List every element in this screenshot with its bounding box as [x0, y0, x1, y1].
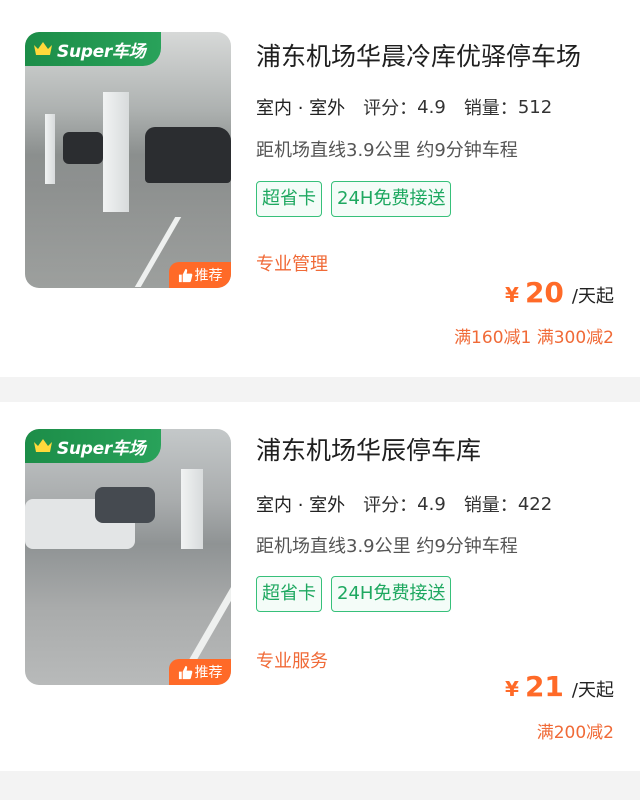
thumbs-up-icon: [178, 665, 192, 679]
price-unit: /天起: [571, 286, 614, 307]
tag-saver-card: 超省卡: [256, 576, 322, 612]
lot-meta: 室内 · 室外 评分： 4.9 销量： 512: [253, 94, 553, 124]
price: ¥ 21 /天起: [505, 670, 614, 703]
tag-free-shuttle: 24H免费接送: [331, 576, 452, 612]
feature-text: 专业服务: [256, 651, 328, 672]
lot-meta: 室内 · 室外 评分： 4.9 销量： 422: [253, 491, 553, 521]
thumbs-up-icon: [178, 268, 192, 282]
list-bottom-spacer: [0, 771, 640, 800]
sales-label: 销量：: [463, 495, 518, 516]
promo-text: 满160减1 满300减2: [454, 328, 614, 348]
feature-text: 专业管理: [256, 254, 328, 275]
lot-title[interactable]: 浦东机场华辰停车库: [256, 431, 481, 467]
recommend-badge: 推荐: [169, 262, 231, 288]
distance-text: 距机场直线3.9公里 约9分钟车程: [256, 140, 518, 161]
recommend-label: 推荐: [194, 268, 223, 284]
rating-value: 4.9: [417, 96, 446, 118]
crown-icon: [34, 439, 52, 452]
parking-lot-card[interactable]: Super车场 推荐 浦东机场华辰停车库 室内 · 室外 评分： 4.9 销量：…: [0, 402, 640, 771]
badge-label: Super车场: [57, 41, 146, 62]
tag-saver-card: 超省卡: [256, 181, 322, 217]
rating-label: 评分：: [363, 495, 418, 516]
distance-text: 距机场直线3.9公里 约9分钟车程: [256, 536, 518, 557]
garage-photo: [25, 32, 231, 288]
sales-label: 销量：: [463, 98, 518, 119]
parking-lot-card[interactable]: Super车场 推荐 浦东机场华晨冷库优驿停车场 室内 · 室外 评分： 4.9…: [0, 0, 640, 377]
price-value: 21: [524, 670, 564, 703]
location-type: 室内 · 室外: [253, 491, 348, 521]
lot-title[interactable]: 浦东机场华晨冷库优驿停车场: [256, 37, 581, 73]
super-lot-badge: Super车场: [25, 429, 161, 463]
tag-free-shuttle: 24H免费接送: [331, 181, 452, 217]
crown-icon: [34, 42, 52, 55]
price-unit: /天起: [571, 680, 614, 701]
price: ¥ 20 /天起: [505, 276, 614, 309]
super-lot-badge: Super车场: [25, 32, 161, 66]
currency-symbol: ¥: [505, 677, 519, 701]
recommend-badge: 推荐: [169, 659, 231, 685]
currency-symbol: ¥: [505, 283, 519, 307]
location-type: 室内 · 室外: [253, 94, 348, 124]
parking-lot-photo[interactable]: Super车场 推荐: [25, 429, 231, 685]
price-value: 20: [524, 276, 564, 309]
sales-value: 422: [517, 493, 553, 515]
parking-lot-photo[interactable]: Super车场 推荐: [25, 32, 231, 288]
tag-list: 超省卡 24H免费接送: [256, 576, 452, 612]
recommend-label: 推荐: [194, 665, 223, 681]
tag-list: 超省卡 24H免费接送: [256, 181, 452, 217]
sales-value: 512: [517, 96, 553, 118]
garage-photo: [25, 429, 231, 685]
rating-label: 评分：: [363, 98, 418, 119]
rating-value: 4.9: [417, 493, 446, 515]
promo-text: 满200减2: [536, 723, 614, 743]
badge-label: Super车场: [57, 438, 146, 459]
